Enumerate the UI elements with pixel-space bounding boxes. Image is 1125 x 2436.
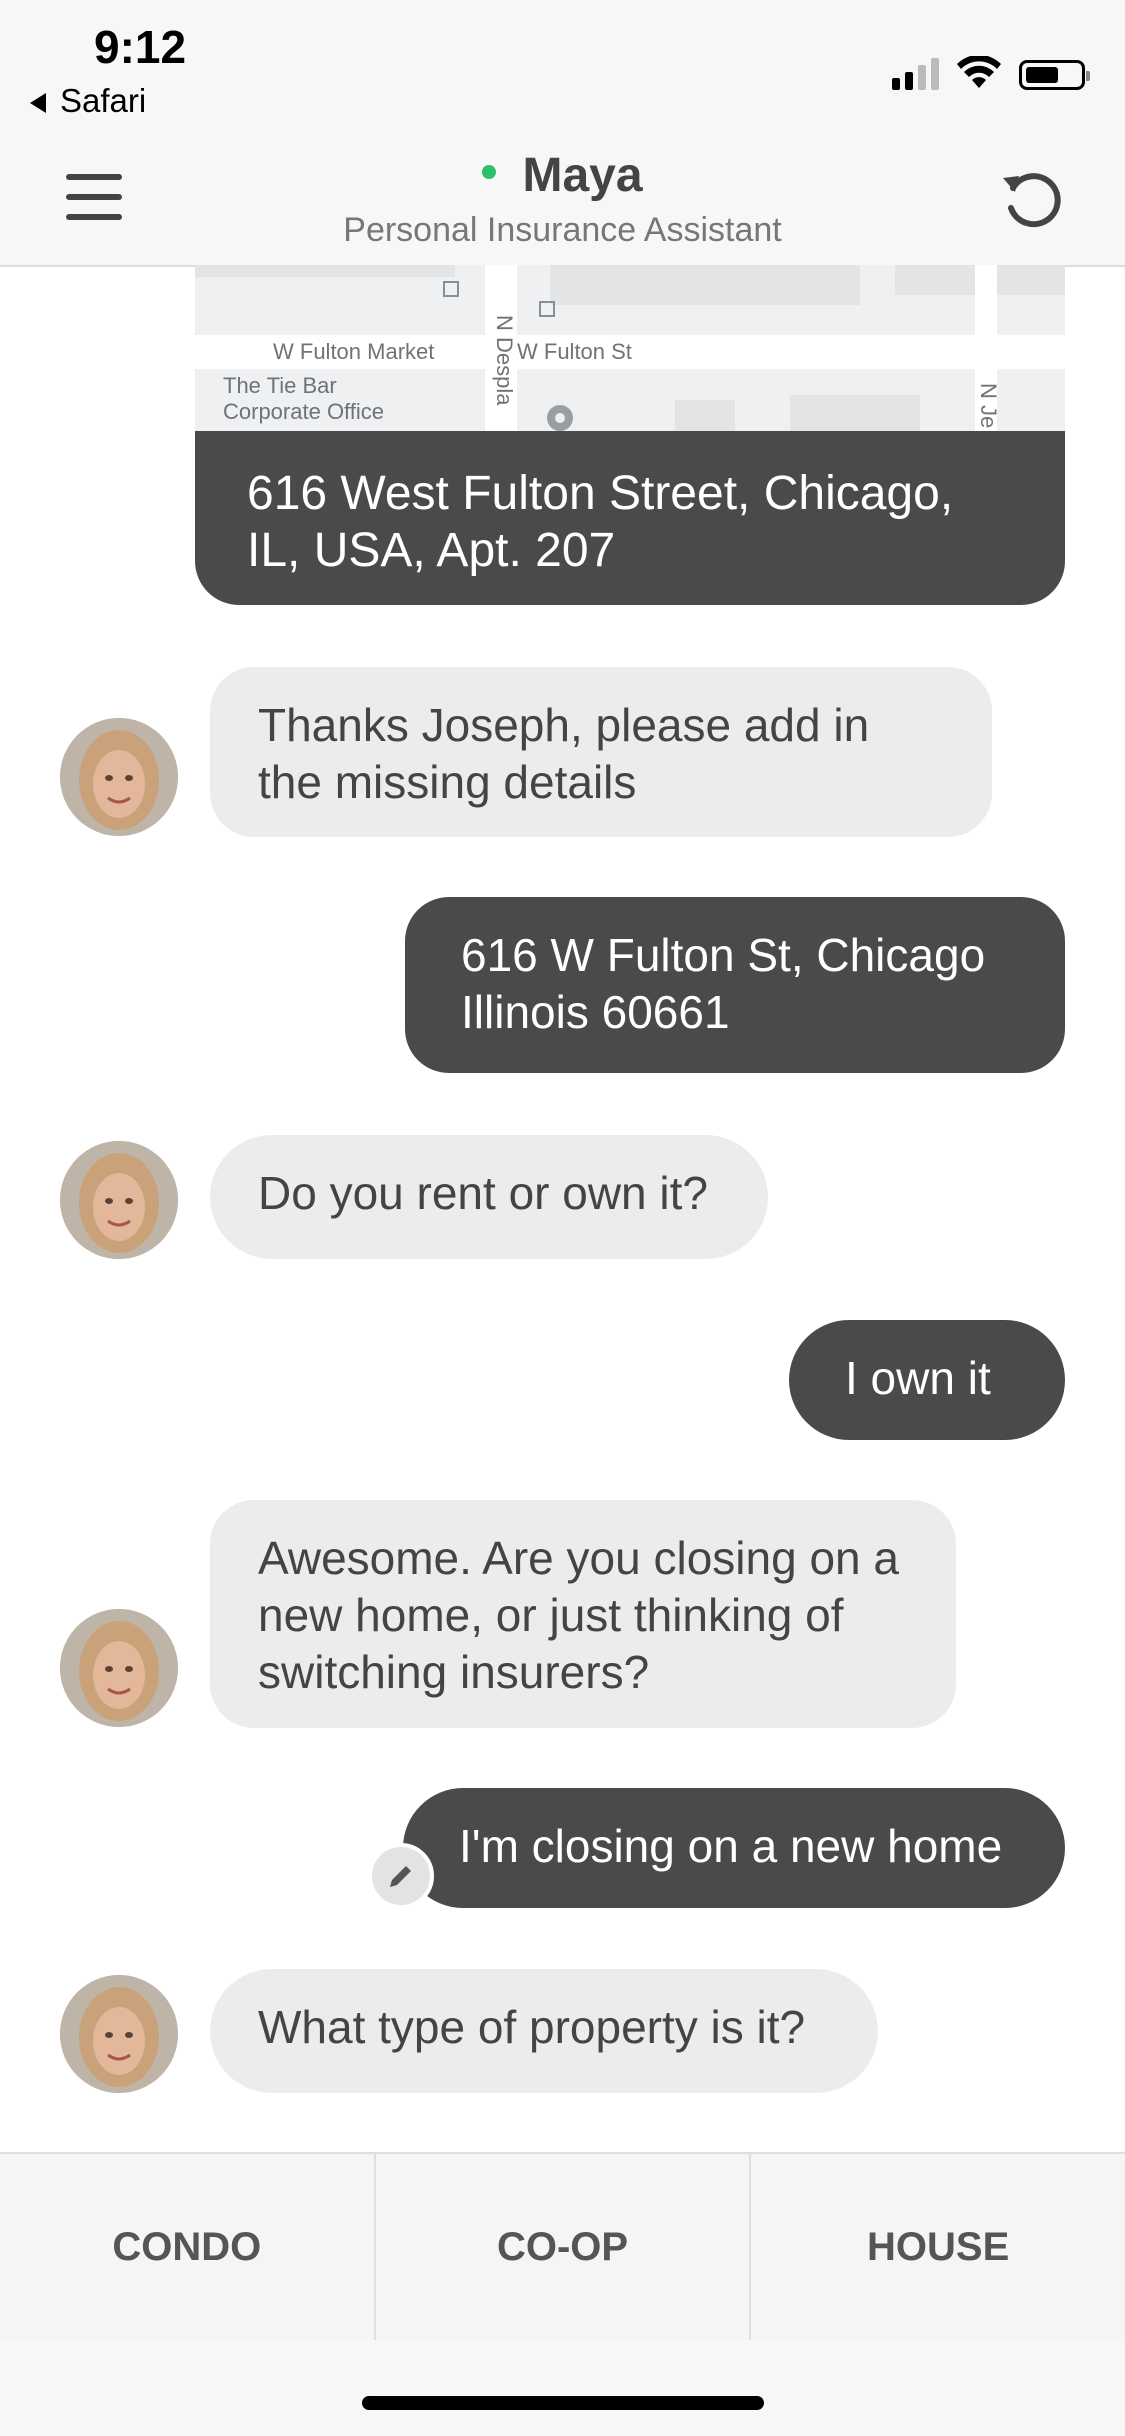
back-to-safari[interactable]: Safari (30, 82, 146, 120)
status-icons (892, 50, 1090, 90)
quick-reply-bar: CONDO CO-OP HOUSE (0, 2152, 1125, 2342)
assistant-message-bubble: Thanks Joseph, please add in the missing… (210, 667, 992, 837)
assistant-role: Personal Insurance Assistant (343, 211, 782, 249)
map-poi-label: The Tie Bar (223, 373, 337, 398)
map-poi-icon (443, 281, 459, 297)
status-bar: 9:12 Safari (0, 0, 1125, 130)
map-pin-icon (547, 405, 573, 431)
map-poi-icon (539, 301, 555, 317)
cellular-signal-icon (892, 58, 939, 90)
user-message-bubble: I own it (789, 1320, 1065, 1440)
assistant-avatar (60, 1141, 178, 1259)
assistant-message-bubble: Awesome. Are you closing on a new home, … (210, 1500, 956, 1728)
wifi-icon (957, 56, 1001, 88)
status-time: 9:12 (94, 21, 187, 73)
back-arrow-icon (30, 93, 46, 114)
user-message-bubble: I'm closing on a new home (403, 1788, 1065, 1908)
home-indicator-area (0, 2340, 1125, 2436)
battery-icon (1019, 60, 1090, 90)
address-map-card[interactable]: W Fulton Market W Fulton St The Tie Bar … (195, 265, 1065, 605)
map-preview[interactable]: W Fulton Market W Fulton St The Tie Bar … (195, 265, 1065, 433)
assistant-avatar (60, 1975, 178, 2093)
online-status-dot (482, 165, 497, 180)
map-poi-label: Corporate Office (223, 399, 385, 424)
assistant-avatar (60, 1609, 178, 1727)
assistant-avatar (60, 718, 178, 836)
quick-reply-condo[interactable]: CONDO (0, 2154, 376, 2340)
chat-header: Maya Personal Insurance Assistant (0, 130, 1125, 267)
pencil-icon[interactable] (368, 1843, 434, 1909)
map-street-label: N Despla (492, 315, 517, 406)
map-street-label: W Fulton St (517, 339, 632, 364)
home-indicator[interactable] (362, 2396, 764, 2410)
map-street-label: W Fulton Market (273, 339, 435, 364)
map-street-label: N Je (976, 383, 1001, 429)
assistant-message-bubble: Do you rent or own it? (210, 1135, 768, 1259)
restart-icon[interactable] (999, 166, 1065, 232)
user-message-bubble: 616 W Fulton St, Chicago Illinois 60661 (405, 897, 1065, 1073)
assistant-message-bubble: What type of property is it? (210, 1969, 878, 2093)
user-message-bubble: 616 West Fulton Street, Chicago, IL, USA… (195, 431, 1065, 605)
header-title-block: Maya Personal Insurance Assistant (0, 148, 1125, 250)
back-app-label: Safari (60, 82, 147, 119)
quick-reply-co-op[interactable]: CO-OP (376, 2154, 752, 2340)
assistant-name: Maya (522, 149, 643, 202)
quick-reply-house[interactable]: HOUSE (751, 2154, 1125, 2340)
